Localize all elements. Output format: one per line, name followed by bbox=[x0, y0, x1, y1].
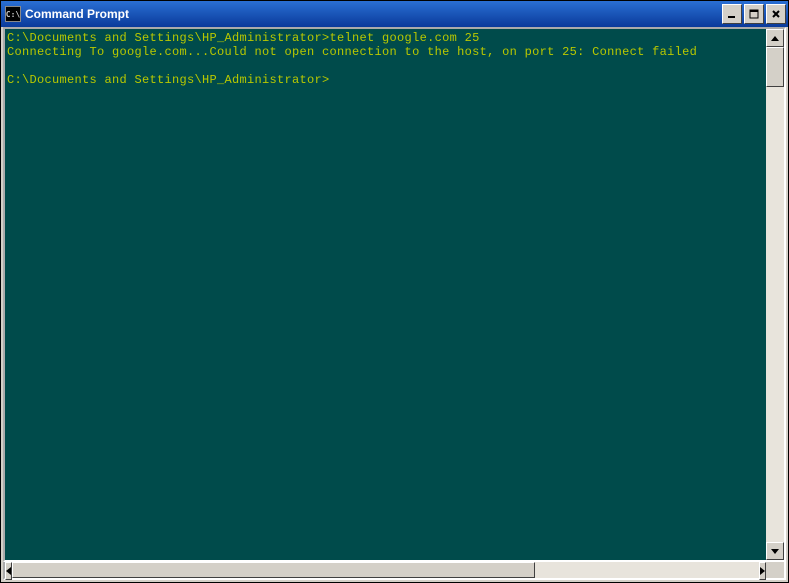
minimize-icon bbox=[727, 9, 737, 19]
close-icon bbox=[771, 9, 781, 19]
console-row: C:\Documents and Settings\HP_Administrat… bbox=[3, 27, 786, 562]
scroll-track-vertical[interactable] bbox=[766, 47, 784, 542]
console-output[interactable]: C:\Documents and Settings\HP_Administrat… bbox=[5, 29, 766, 560]
arrow-left-icon bbox=[6, 567, 11, 575]
command-prompt-window: C:\ Command Prompt C:\Documents and Sett… bbox=[0, 0, 789, 583]
scrollbar-corner bbox=[766, 562, 784, 578]
titlebar[interactable]: C:\ Command Prompt bbox=[1, 1, 788, 27]
scroll-thumb-vertical[interactable] bbox=[766, 47, 784, 87]
maximize-icon bbox=[749, 9, 759, 19]
scroll-right-button[interactable] bbox=[759, 562, 766, 580]
app-icon: C:\ bbox=[5, 6, 21, 22]
arrow-right-icon bbox=[760, 567, 765, 575]
maximize-button[interactable] bbox=[744, 4, 764, 24]
window-title: Command Prompt bbox=[25, 7, 722, 21]
vertical-scrollbar[interactable] bbox=[766, 29, 784, 560]
minimize-button[interactable] bbox=[722, 4, 742, 24]
scroll-down-button[interactable] bbox=[766, 542, 784, 560]
scroll-thumb-horizontal[interactable] bbox=[12, 562, 535, 578]
scroll-left-button[interactable] bbox=[5, 562, 12, 580]
arrow-down-icon bbox=[771, 549, 779, 554]
window-controls bbox=[722, 4, 786, 24]
horizontal-scrollbar[interactable] bbox=[3, 562, 786, 580]
close-button[interactable] bbox=[766, 4, 786, 24]
scroll-track-horizontal[interactable] bbox=[12, 562, 759, 578]
client-area: C:\Documents and Settings\HP_Administrat… bbox=[1, 27, 788, 582]
arrow-up-icon bbox=[771, 36, 779, 41]
scroll-up-button[interactable] bbox=[766, 29, 784, 47]
